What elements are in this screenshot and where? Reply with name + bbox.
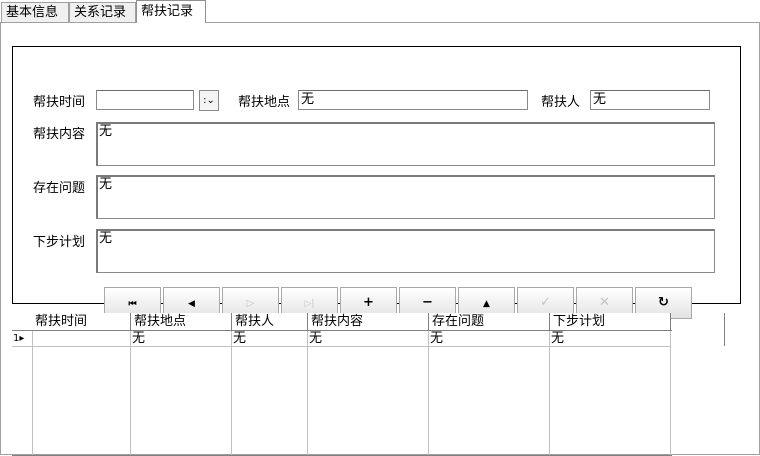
grid-header-plan[interactable]: 下步计划	[550, 313, 671, 330]
refresh-record-icon: ↻	[658, 295, 669, 310]
insert-record-icon: +	[363, 295, 374, 310]
tab-assistance-records[interactable]: 帮扶记录	[136, 0, 206, 23]
grid-header-problem[interactable]: 存在问题	[429, 313, 550, 330]
tab-strip: 基本信息 关系记录 帮扶记录	[0, 0, 760, 23]
records-grid[interactable]: 帮扶时间 帮扶地点 帮扶人 帮扶内容 存在问题 下步计划 1▸ 无 无 无 无 …	[12, 313, 672, 456]
prior-record-icon: ◀	[188, 299, 195, 309]
plan-field[interactable]: 无	[96, 229, 715, 273]
table-row-cell-problem[interactable]: 无	[429, 331, 550, 347]
helper-label: 帮扶人	[541, 95, 581, 110]
time-spin-button[interactable]: :⌄	[199, 90, 219, 111]
problem-field[interactable]: 无	[96, 175, 715, 219]
grid-scrollbar-edge	[724, 313, 725, 346]
plan-label: 下步计划	[33, 235, 86, 250]
delete-record-icon: −	[422, 295, 433, 310]
time-label: 帮扶时间	[33, 95, 86, 110]
time-field[interactable]	[96, 90, 194, 110]
content-field[interactable]: 无	[96, 122, 715, 166]
problem-label: 存在问题	[33, 181, 86, 196]
chevron-down-icon: :⌄	[203, 95, 215, 106]
grid-header-content[interactable]: 帮扶内容	[308, 313, 429, 330]
tab-relation-records[interactable]: 关系记录	[69, 2, 136, 23]
grid-header-place[interactable]: 帮扶地点	[131, 313, 232, 330]
table-row-cell-plan[interactable]: 无	[550, 331, 671, 347]
first-record-icon: ⏮	[128, 299, 137, 309]
place-field[interactable]: 无	[298, 90, 528, 110]
edit-record-icon: ▲	[483, 299, 490, 309]
table-row-cell-helper[interactable]: 无	[232, 331, 308, 347]
content-label: 帮扶内容	[33, 127, 86, 142]
table-row-cell-time[interactable]	[32, 331, 131, 347]
helper-field[interactable]: 无	[590, 90, 710, 110]
grid-header-helper[interactable]: 帮扶人	[232, 313, 308, 330]
tab-pane: 帮扶时间 :⌄ 帮扶地点 无 帮扶人 无 帮扶内容 无 存在问题 无 下步计划 …	[0, 22, 760, 456]
post-record-icon: ✓	[540, 295, 551, 310]
row-indicator: 1▸	[12, 331, 32, 347]
tab-basic-info[interactable]: 基本信息	[1, 2, 69, 23]
place-label: 帮扶地点	[238, 95, 291, 110]
last-record-icon: ▷|	[304, 299, 315, 309]
record-form: 帮扶时间 :⌄ 帮扶地点 无 帮扶人 无 帮扶内容 无 存在问题 无 下步计划 …	[12, 46, 741, 319]
table-row-cell-place[interactable]: 无	[131, 331, 232, 347]
grid-header-time[interactable]: 帮扶时间	[32, 313, 131, 330]
cancel-record-icon: ✕	[599, 295, 610, 310]
next-record-icon: ▷	[246, 298, 255, 309]
table-row-cell-content[interactable]: 无	[308, 331, 429, 347]
grid-header-corner	[12, 313, 33, 330]
grid-header: 帮扶时间 帮扶地点 帮扶人 帮扶内容 存在问题 下步计划	[12, 313, 672, 331]
